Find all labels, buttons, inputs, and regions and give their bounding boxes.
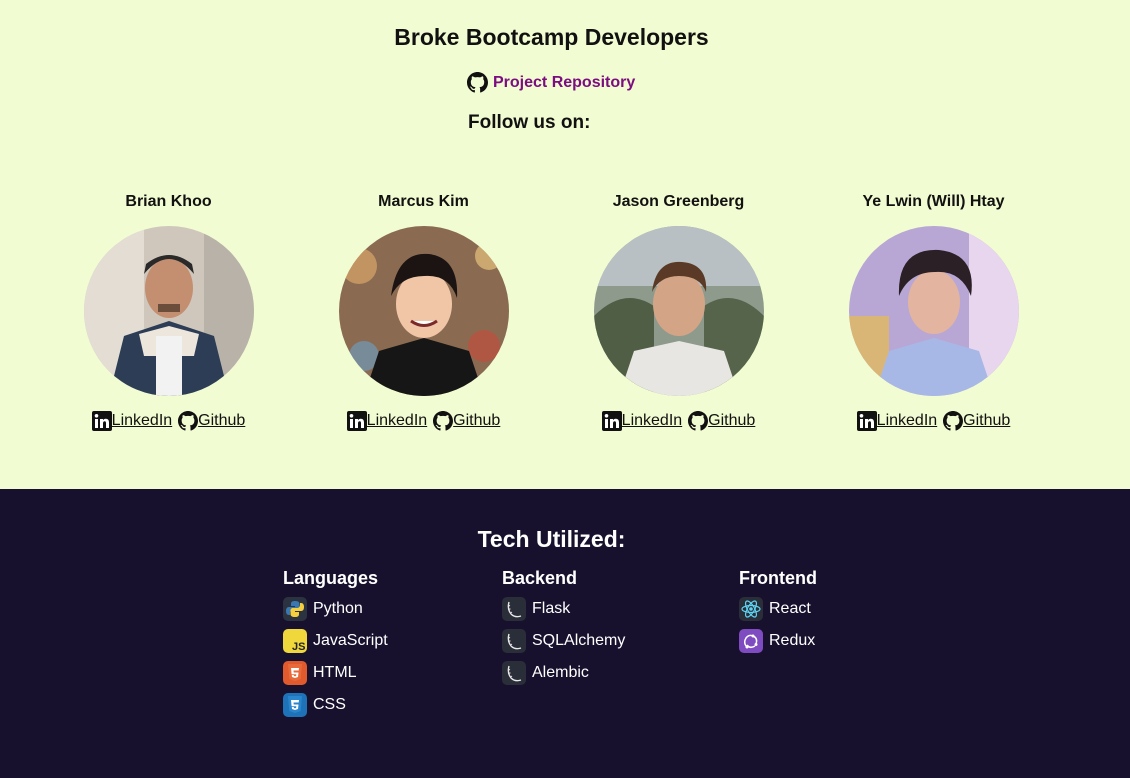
html-icon <box>283 661 307 685</box>
redux-icon <box>739 629 763 653</box>
github-icon <box>943 411 964 431</box>
developer-name: Brian Khoo <box>125 193 212 210</box>
github-label: Github <box>198 412 246 429</box>
linkedin-link[interactable]: LinkedIn <box>856 411 938 431</box>
page-title: Broke Bootcamp Developers <box>394 24 709 50</box>
tech-section: Tech Utilized: Languages Python JS JavaS… <box>0 489 1130 778</box>
tech-item-sqlalchemy: SQLAlchemy <box>502 629 625 653</box>
tech-item-redux: Redux <box>739 629 817 653</box>
developer-name: Marcus Kim <box>378 193 469 210</box>
backend-column: Backend Flask SQLAlchemy Alembic <box>502 568 625 693</box>
developer-avatar <box>593 226 764 396</box>
linkedin-icon <box>91 411 112 431</box>
linkedin-icon <box>346 411 367 431</box>
svg-text:JS: JS <box>292 641 305 653</box>
languages-heading: Languages <box>283 568 379 588</box>
linkedin-icon <box>856 411 877 431</box>
backend-heading: Backend <box>502 568 578 588</box>
follow-us-label: Follow us on: <box>468 112 591 133</box>
github-icon <box>688 411 709 431</box>
github-icon <box>433 411 454 431</box>
github-link[interactable]: Github <box>943 411 1010 431</box>
developer-avatar <box>83 226 254 396</box>
flask-icon <box>502 597 526 621</box>
github-link[interactable]: Github <box>178 411 245 431</box>
github-label: Github <box>708 412 756 429</box>
tech-label: Redux <box>769 632 816 649</box>
developer-card-brian: Brian Khoo LinkedIn Github <box>41 192 296 431</box>
flask-icon <box>502 629 526 653</box>
developers-section: Broke Bootcamp Developers Project Reposi… <box>0 0 1130 489</box>
linkedin-link[interactable]: LinkedIn <box>91 411 173 431</box>
developer-name: Jason Greenberg <box>612 193 745 210</box>
github-label: Github <box>453 412 501 429</box>
tech-label: CSS <box>313 696 346 713</box>
tech-label: Python <box>313 600 363 617</box>
github-icon <box>178 411 199 431</box>
languages-column: Languages Python JS JavaScript HTML CSS <box>283 568 388 725</box>
project-repository-label: Project Repository <box>493 73 636 91</box>
linkedin-label: LinkedIn <box>366 412 428 429</box>
developer-name: Ye Lwin (Will) Htay <box>862 193 1005 210</box>
tech-label: Flask <box>532 600 571 617</box>
frontend-column: Frontend React Redux <box>739 568 817 661</box>
react-icon <box>739 597 763 621</box>
developer-card-marcus: Marcus Kim LinkedIn Github <box>296 192 551 431</box>
tech-item-flask: Flask <box>502 597 625 621</box>
tech-item-html: HTML <box>283 661 388 685</box>
linkedin-link[interactable]: LinkedIn <box>601 411 683 431</box>
tech-item-css: CSS <box>283 693 388 717</box>
developer-avatar <box>848 226 1019 396</box>
linkedin-icon <box>601 411 622 431</box>
python-icon <box>283 597 307 621</box>
linkedin-link[interactable]: LinkedIn <box>346 411 428 431</box>
linkedin-label: LinkedIn <box>111 412 173 429</box>
tech-label: React <box>769 600 811 617</box>
linkedin-label: LinkedIn <box>876 412 938 429</box>
developer-avatar <box>338 226 509 396</box>
tech-label: JavaScript <box>313 632 388 649</box>
github-link[interactable]: Github <box>433 411 500 431</box>
flask-icon <box>502 661 526 685</box>
css-icon <box>283 693 307 717</box>
tech-title: Tech Utilized: <box>477 526 626 552</box>
github-label: Github <box>963 412 1011 429</box>
developer-card-jason: Jason Greenberg LinkedIn Github <box>551 192 806 431</box>
github-link[interactable]: Github <box>688 411 755 431</box>
developer-card-will: Ye Lwin (Will) Htay LinkedIn Github <box>806 192 1061 431</box>
linkedin-label: LinkedIn <box>621 412 683 429</box>
project-repository-link[interactable]: Project Repository <box>467 72 635 93</box>
tech-item-python: Python <box>283 597 388 621</box>
tech-item-react: React <box>739 597 817 621</box>
javascript-icon: JS <box>283 629 307 653</box>
frontend-heading: Frontend <box>739 568 817 588</box>
tech-item-javascript: JS JavaScript <box>283 629 388 653</box>
github-icon <box>467 72 488 93</box>
tech-label: HTML <box>313 664 357 681</box>
tech-label: Alembic <box>532 664 589 681</box>
tech-label: SQLAlchemy <box>532 632 626 649</box>
tech-item-alembic: Alembic <box>502 661 625 685</box>
